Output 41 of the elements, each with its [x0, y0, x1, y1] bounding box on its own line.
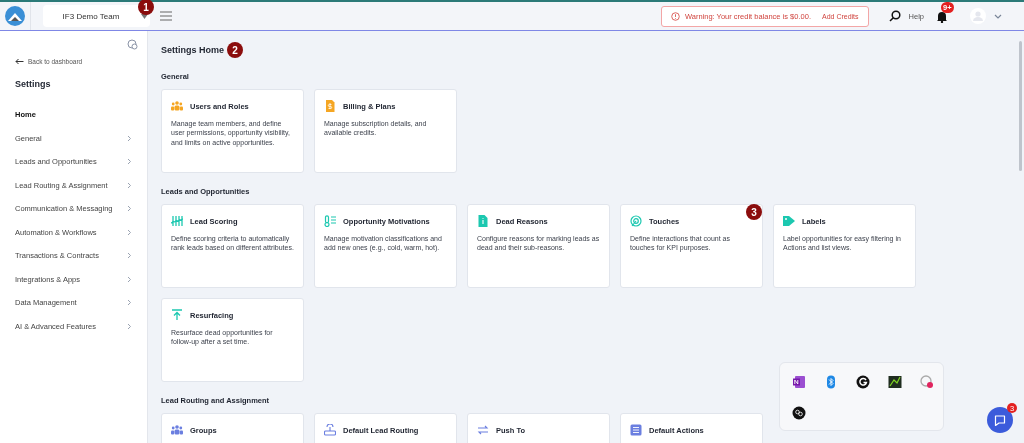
notebook-app-icon[interactable]	[792, 375, 806, 389]
touch-icon	[630, 215, 642, 227]
router-icon	[324, 424, 336, 436]
warning-icon	[670, 11, 680, 21]
list-icon	[630, 424, 642, 436]
bill-icon	[324, 100, 336, 112]
circle-app-icon[interactable]	[792, 406, 806, 420]
users-icon	[171, 100, 183, 112]
g-app-icon[interactable]	[856, 375, 870, 389]
search-icon[interactable]	[888, 10, 901, 22]
chat-bubble-icon[interactable]	[127, 39, 138, 50]
terminal-app-icon[interactable]	[888, 375, 902, 389]
chevron-right-icon	[127, 134, 132, 142]
chevron-right-icon	[127, 275, 132, 283]
chat-launcher-button[interactable]	[987, 407, 1013, 433]
up-icon	[171, 309, 183, 321]
chevron-right-icon	[127, 252, 132, 260]
chevron-right-icon	[127, 299, 132, 307]
page-title: Settings Home	[161, 45, 224, 55]
thermo-icon	[324, 215, 336, 227]
bell-icon[interactable]	[936, 9, 948, 23]
chat-icon	[994, 414, 1006, 426]
annotation-marker: 1	[138, 0, 154, 15]
tally-icon	[171, 215, 183, 227]
scrollbar-thumb[interactable]	[1019, 41, 1022, 171]
chevron-right-icon	[127, 205, 132, 213]
tag-icon	[783, 215, 795, 227]
chevron-right-icon	[127, 322, 132, 330]
chevron-right-icon	[127, 228, 132, 236]
mountain-logo-icon[interactable]	[5, 6, 25, 26]
chevron-right-icon	[127, 158, 132, 166]
annotation-marker: 2	[227, 42, 243, 58]
chevron-right-icon	[127, 181, 132, 189]
bluetooth-icon[interactable]	[824, 375, 838, 389]
swap-icon	[477, 424, 489, 436]
arrow-left-icon	[15, 58, 24, 65]
network-status-icon[interactable]	[920, 375, 934, 389]
users-icon	[171, 424, 183, 436]
doc-icon	[477, 215, 489, 227]
sidebar-title: Settings	[15, 79, 52, 89]
chevron-down-icon[interactable]	[994, 13, 1002, 19]
